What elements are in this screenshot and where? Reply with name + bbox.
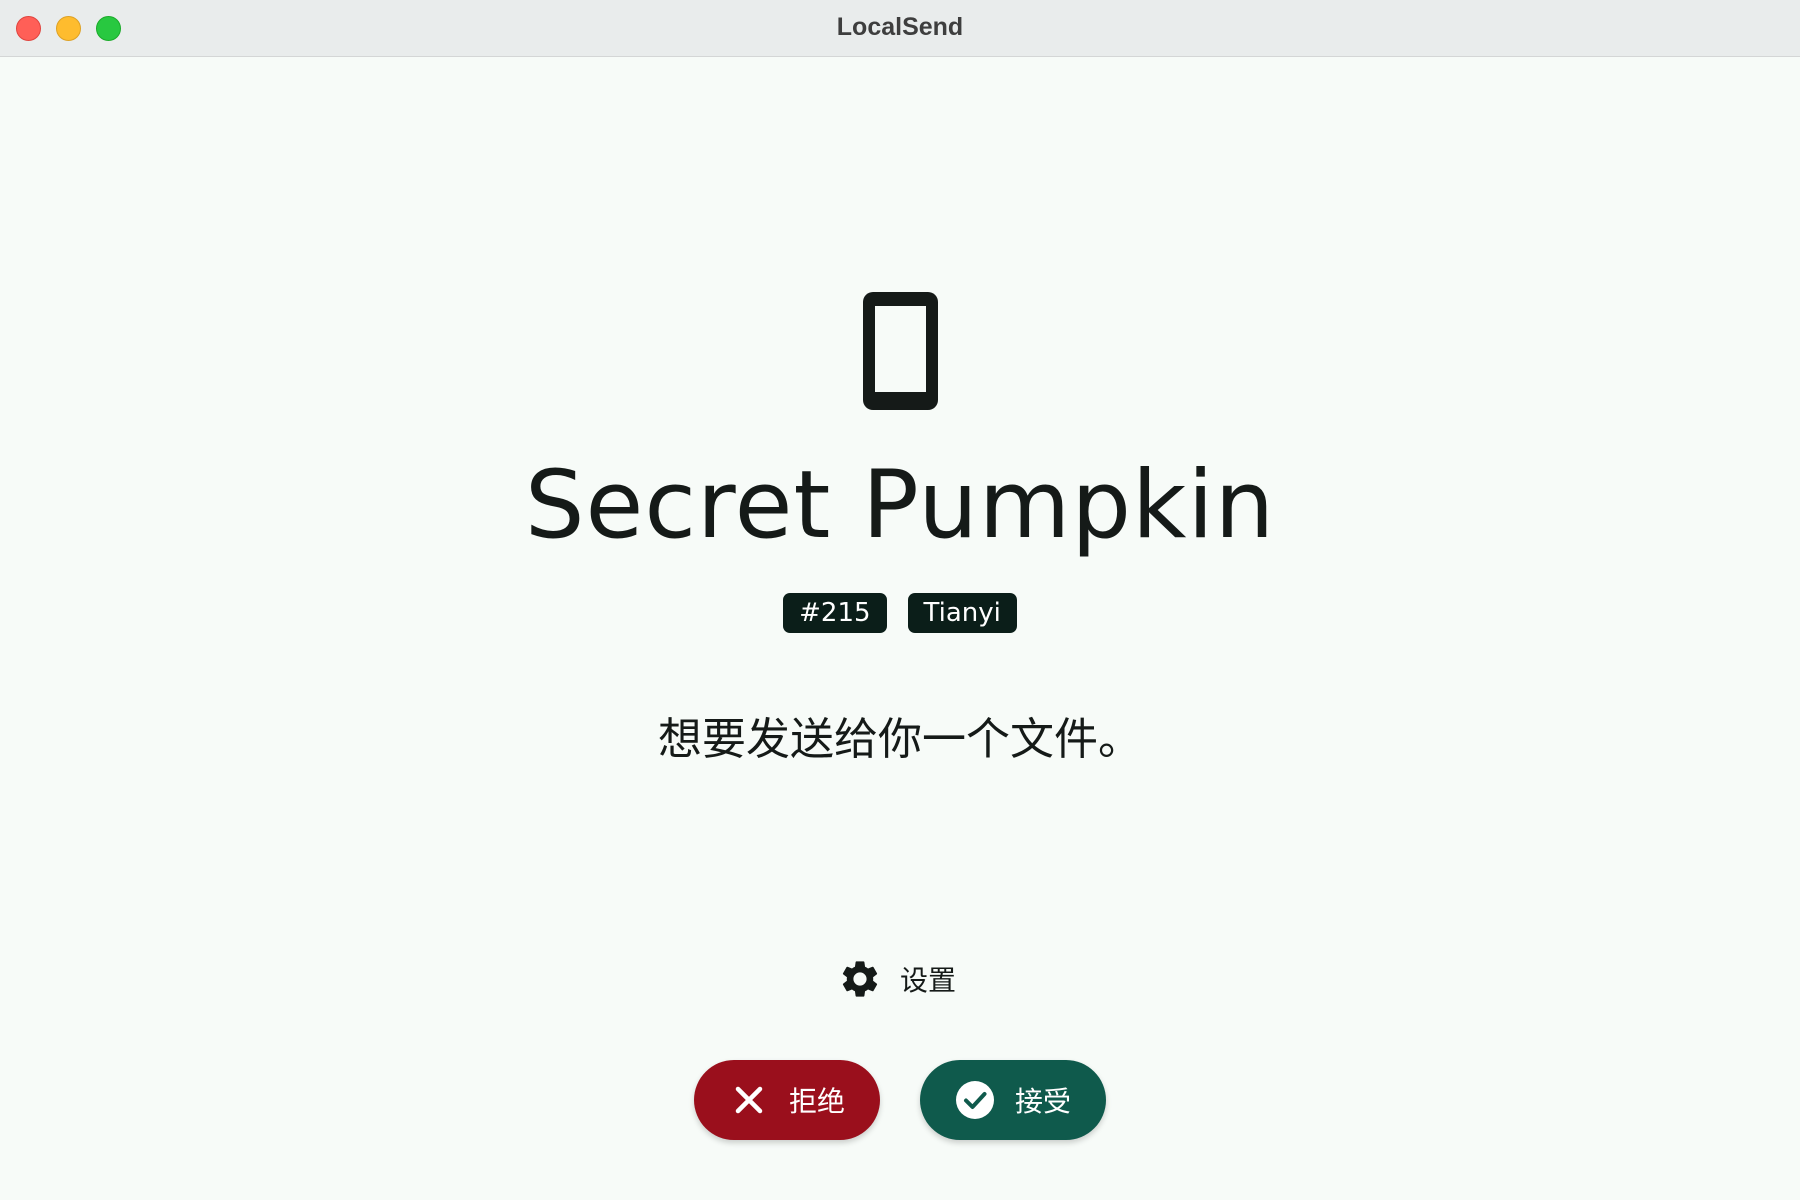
gear-icon xyxy=(838,957,882,1001)
accept-label: 接受 xyxy=(1014,1085,1071,1118)
app-window: LocalSend Secret Pumpkin #215 Tianyi 想要发… xyxy=(0,0,1800,1200)
smartphone-icon xyxy=(863,292,938,410)
window-title: LocalSend xyxy=(836,13,964,41)
settings-label: 设置 xyxy=(900,964,957,997)
check-circle-icon xyxy=(955,1080,995,1120)
title-bar: LocalSend xyxy=(0,0,1800,57)
close-icon xyxy=(729,1080,769,1120)
device-model-badge: Tianyi xyxy=(907,593,1017,633)
sender-device-name: Secret Pumpkin xyxy=(524,451,1276,560)
decline-label: 拒绝 xyxy=(788,1085,845,1118)
device-id-badge: #215 xyxy=(783,593,887,633)
request-message: 想要发送给你一个文件。 xyxy=(658,714,1142,765)
decline-button[interactable]: 拒绝 xyxy=(694,1060,880,1140)
accept-button[interactable]: 接受 xyxy=(920,1060,1106,1140)
settings-button[interactable]: 设置 xyxy=(838,954,956,1004)
sender-badges: #215 Tianyi xyxy=(0,593,1800,633)
